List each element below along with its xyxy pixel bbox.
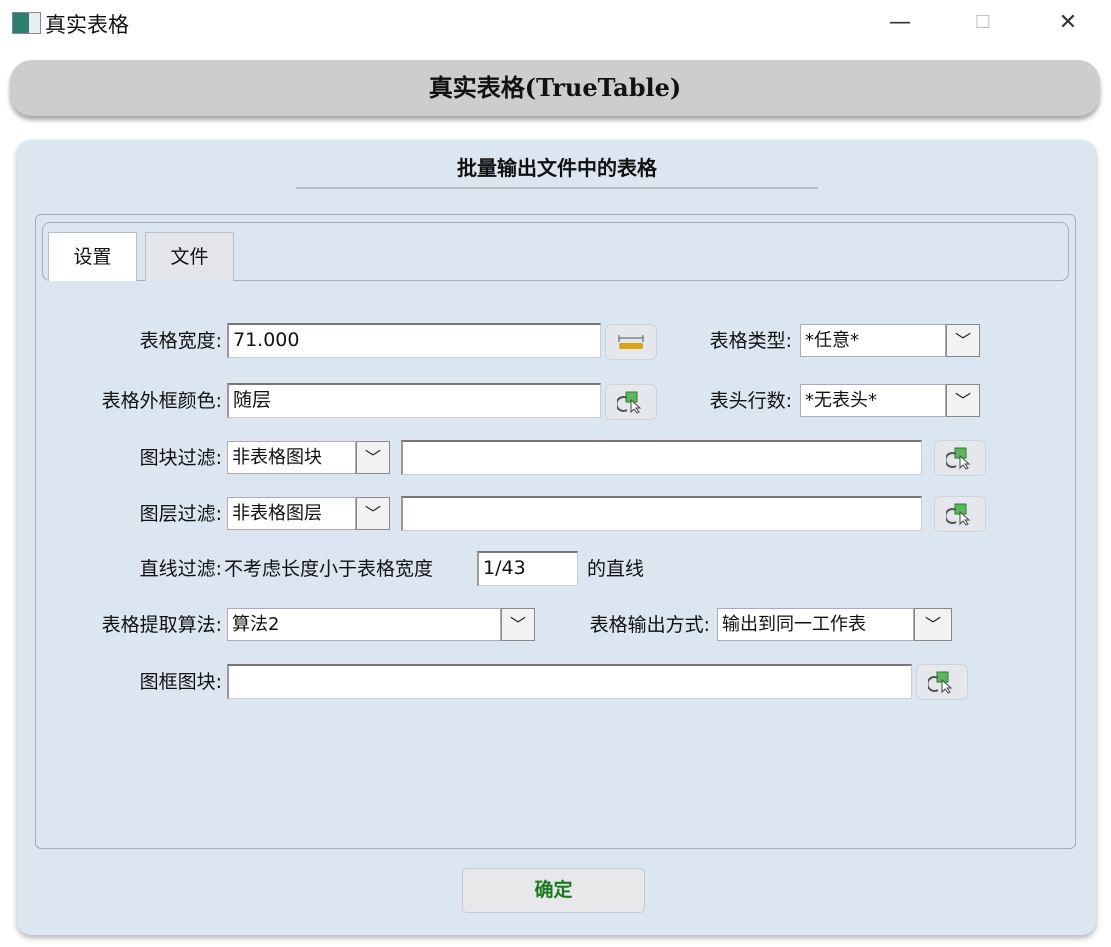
block-filter-label: 图块过滤: — [139, 447, 222, 469]
pick-color-button[interactable] — [605, 384, 657, 420]
block-filter-input[interactable] — [401, 440, 922, 475]
line-filter-label: 直线过滤: — [139, 558, 222, 580]
border-color-label: 表格外框颜色: — [101, 390, 222, 412]
chevron-down-icon[interactable]: ﹀ — [946, 324, 980, 357]
pick-frame-block-button[interactable] — [916, 664, 968, 700]
table-type-label: 表格类型: — [709, 330, 792, 352]
panel-subtitle: 批量输出文件中的表格 — [296, 152, 818, 189]
pick-block-button[interactable] — [934, 440, 986, 476]
output-mode-select[interactable]: 输出到同一工作表 — [717, 608, 914, 641]
window-title: 真实表格 — [45, 13, 129, 37]
line-filter-ratio-input[interactable]: 1/43 — [477, 551, 578, 586]
tab-files[interactable]: 文件 — [145, 232, 234, 281]
chevron-down-icon[interactable]: ﹀ — [356, 441, 390, 474]
border-color-input[interactable]: 随层 — [227, 383, 601, 418]
chevron-down-icon[interactable]: ﹀ — [501, 608, 535, 641]
pick-object-icon — [928, 671, 953, 694]
confirm-button[interactable]: 确定 — [462, 868, 645, 913]
table-width-input[interactable]: 71.000 — [227, 323, 601, 358]
close-button[interactable]: ✕ — [1048, 8, 1088, 38]
app-header: 真实表格(TrueTable) — [10, 60, 1100, 116]
block-filter-mode-select[interactable]: 非表格图块 — [227, 441, 356, 474]
algorithm-select[interactable]: 算法2 — [227, 608, 501, 641]
table-width-label: 表格宽度: — [139, 330, 222, 352]
layer-filter-mode-select[interactable]: 非表格图层 — [227, 497, 356, 530]
line-filter-suffix: 的直线 — [587, 558, 645, 580]
table-type-select[interactable]: *任意* — [800, 324, 946, 357]
maximize-button[interactable]: ☐ — [963, 8, 1003, 38]
measure-icon — [618, 335, 644, 349]
minimize-button[interactable]: — — [880, 8, 920, 38]
pick-layer-button[interactable] — [934, 496, 986, 532]
line-filter-prefix: 不考虑长度小于表格宽度 — [224, 558, 434, 580]
chevron-down-icon[interactable]: ﹀ — [356, 497, 390, 530]
chevron-down-icon[interactable]: ﹀ — [914, 608, 952, 641]
frame-block-input[interactable] — [227, 664, 912, 699]
header-rows-select[interactable]: *无表头* — [800, 384, 946, 417]
frame-block-label: 图框图块: — [139, 671, 222, 693]
pick-object-icon — [617, 391, 642, 414]
pick-object-icon — [946, 447, 971, 470]
tab-settings[interactable]: 设置 — [48, 232, 137, 281]
chevron-down-icon[interactable]: ﹀ — [946, 384, 980, 417]
app-icon — [12, 12, 41, 34]
algorithm-label: 表格提取算法: — [101, 614, 222, 636]
output-mode-label: 表格输出方式: — [589, 614, 710, 636]
header-rows-label: 表头行数: — [709, 390, 792, 412]
measure-width-button[interactable] — [605, 324, 657, 360]
layer-filter-label: 图层过滤: — [139, 503, 222, 525]
pick-object-icon — [946, 503, 971, 526]
layer-filter-input[interactable] — [401, 496, 922, 531]
